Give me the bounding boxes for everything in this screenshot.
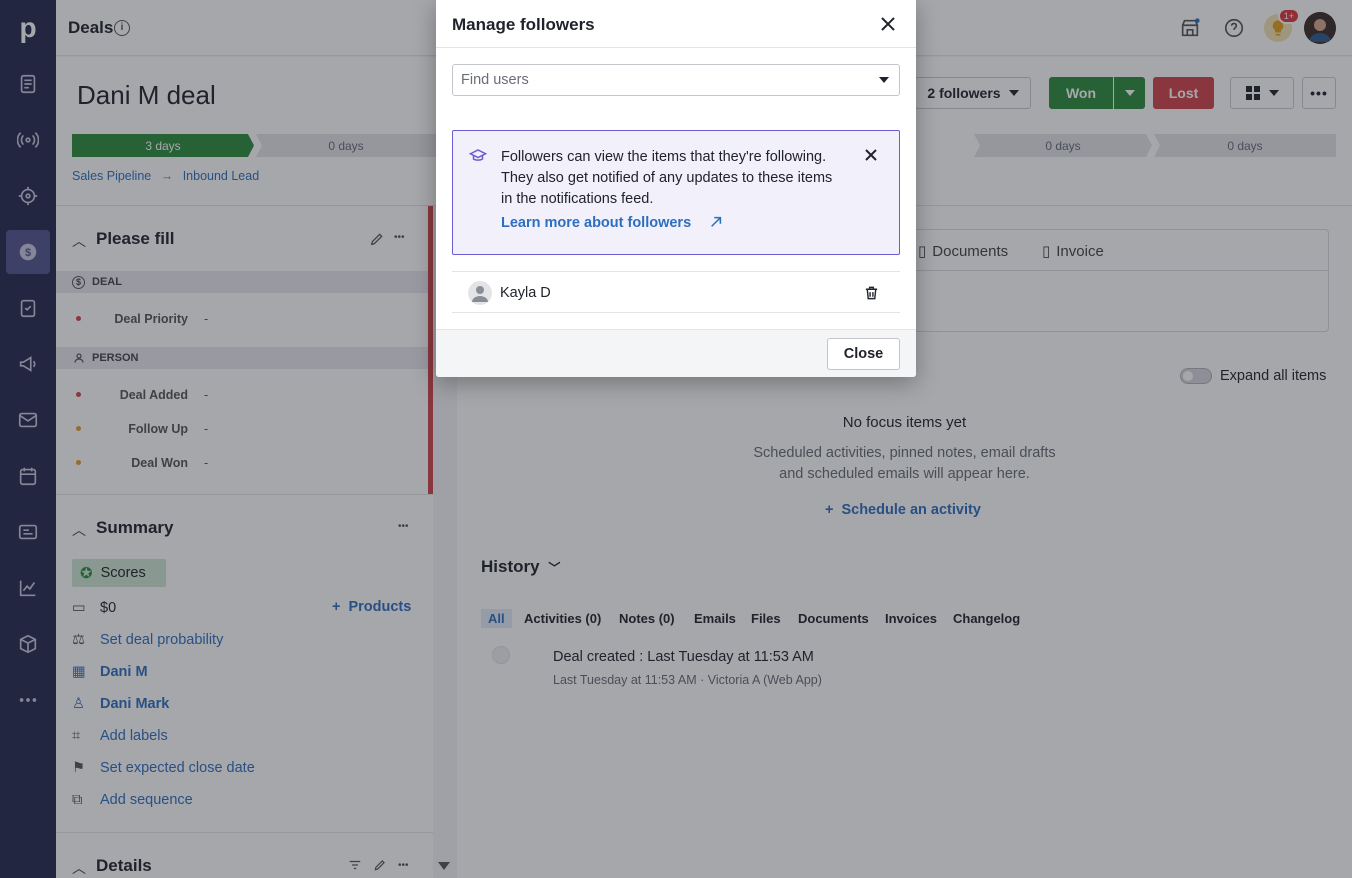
close-icon[interactable]	[878, 14, 898, 34]
user-avatar-icon	[468, 281, 492, 305]
find-users-placeholder: Find users	[461, 72, 529, 88]
learn-more-label: Learn more about followers	[501, 215, 692, 231]
follower-row: Kayla D	[452, 271, 900, 313]
close-button[interactable]: Close	[827, 338, 900, 370]
modal-header: Manage followers	[436, 0, 916, 48]
followers-info-box: Followers can view the items that they'r…	[452, 130, 900, 255]
modal-footer: Close	[436, 329, 916, 377]
modal-title: Manage followers	[452, 15, 595, 34]
trash-icon[interactable]	[864, 285, 879, 301]
follower-name: Kayla D	[500, 285, 551, 301]
chevron-down-icon	[879, 77, 889, 83]
external-link-icon	[711, 216, 722, 227]
followers-info-text: Followers can view the items that they'r…	[501, 149, 833, 207]
dismiss-info-icon[interactable]	[863, 147, 879, 163]
find-users-select[interactable]: Find users	[452, 64, 900, 96]
learn-more-link[interactable]: Learn more about followers	[501, 215, 723, 231]
manage-followers-modal: Manage followers Find users Followers ca…	[436, 0, 916, 377]
graduation-cap-icon	[469, 149, 487, 161]
